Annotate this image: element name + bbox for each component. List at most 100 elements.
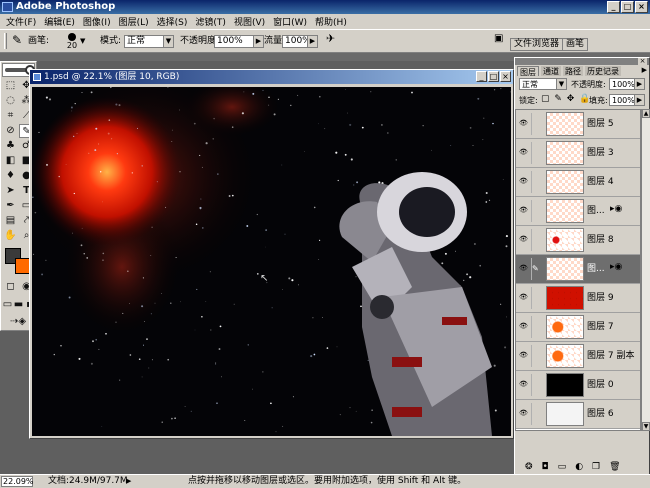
menu-filter[interactable]: 滤镜(T): [191, 15, 230, 28]
lasso-icon[interactable]: ◌: [3, 94, 18, 108]
fill-field[interactable]: 100% ▶: [609, 94, 645, 106]
brush-preset-picker[interactable]: 20: [66, 33, 78, 53]
hand-icon[interactable]: ✋: [3, 229, 18, 243]
canvas-artwork: [32, 87, 511, 436]
layer-row[interactable]: 👁 图层 8: [516, 226, 640, 255]
eraser-icon[interactable]: ◧: [3, 154, 18, 168]
new-set-icon[interactable]: ▭: [558, 462, 567, 472]
grip-handle[interactable]: [4, 33, 7, 49]
menu-edit[interactable]: 编辑(E): [40, 15, 79, 28]
brush-tool-icon[interactable]: ✎: [12, 34, 22, 46]
doc-close-button[interactable]: ×: [500, 71, 511, 82]
link-toggle[interactable]: [531, 287, 543, 309]
layer-list: 👁 图层 5 👁 图层 3 👁 图层 4 👁 图... ▸◉ 👁 图层 8 👁 ✎ 图... ▸◉ 👁 图层 9…: [515, 109, 641, 431]
tab-paths[interactable]: 路径: [563, 66, 583, 76]
mode-select[interactable]: 正常 ▼: [124, 35, 174, 48]
menu-layer[interactable]: 图层(L): [115, 15, 153, 28]
airbrush-icon[interactable]: ✈: [326, 33, 335, 45]
link-toggle[interactable]: [531, 171, 543, 193]
menu-file[interactable]: 文件(F): [2, 15, 40, 28]
layer-style-icon[interactable]: ❂: [525, 462, 533, 472]
full-screen-menu-icon[interactable]: ▬: [13, 298, 24, 312]
layer-row[interactable]: 👁 图层 7 副本: [516, 342, 640, 371]
minimize-button[interactable]: _: [607, 1, 620, 13]
link-toggle[interactable]: [531, 316, 543, 338]
eye-icon[interactable]: 👁: [519, 293, 529, 301]
link-toggle[interactable]: [531, 142, 543, 164]
panel-close-icon[interactable]: ×: [638, 58, 647, 65]
maximize-button[interactable]: □: [621, 1, 634, 13]
scroll-up-icon[interactable]: ▲: [642, 109, 650, 118]
chevron-down-icon[interactable]: ▼: [80, 35, 85, 47]
delete-layer-icon[interactable]: 🗑: [609, 462, 620, 472]
lock-icons[interactable]: ▢ ✎ ✥ 🔒: [541, 94, 591, 104]
status-menu-icon[interactable]: ▶: [126, 475, 131, 488]
link-toggle[interactable]: [531, 200, 543, 222]
eye-icon[interactable]: 👁: [519, 322, 529, 330]
layer-row[interactable]: 👁 图... ▸◉: [516, 197, 640, 226]
doc-maximize-button[interactable]: □: [488, 71, 499, 82]
link-toggle[interactable]: [531, 403, 543, 425]
layer-row[interactable]: 👁 图层 0: [516, 371, 640, 400]
link-toggle[interactable]: ✎: [531, 258, 543, 280]
eye-icon[interactable]: 👁: [519, 264, 529, 272]
image-canvas[interactable]: ↖: [32, 87, 511, 436]
tab-history[interactable]: 历史记录: [585, 66, 621, 76]
layer-set-icon[interactable]: ▸◉: [610, 204, 622, 214]
link-toggle[interactable]: [531, 113, 543, 135]
opacity-field[interactable]: 100% ▶: [214, 35, 264, 48]
standard-mode-icon[interactable]: ◻: [3, 280, 18, 294]
layer-mask-icon[interactable]: ◘: [542, 462, 549, 472]
clone-stamp-icon[interactable]: ♣: [3, 139, 18, 153]
eye-icon[interactable]: 👁: [519, 148, 529, 156]
doc-minimize-button[interactable]: _: [476, 71, 487, 82]
path-selection-icon[interactable]: ➤: [3, 184, 18, 198]
link-toggle[interactable]: [531, 229, 543, 251]
layer-set-icon[interactable]: ▸◉: [610, 262, 622, 272]
standard-screen-icon[interactable]: ▭: [2, 298, 13, 312]
link-toggle[interactable]: [531, 374, 543, 396]
eye-icon[interactable]: 👁: [519, 380, 529, 388]
layer-row[interactable]: 👁 ✎ 图... ▸◉: [516, 255, 640, 284]
tab-layers[interactable]: 图层: [517, 66, 539, 77]
layer-row[interactable]: 👁 图层 7: [516, 313, 640, 342]
tab-file-browser[interactable]: 文件浏览器: [510, 38, 564, 51]
layer-row[interactable]: 👁 图层 5: [516, 110, 640, 139]
menu-help[interactable]: 帮助(H): [311, 15, 351, 28]
pen-icon[interactable]: ✒: [3, 199, 18, 213]
zoom-field[interactable]: 22.09%: [1, 476, 34, 487]
tab-brushes[interactable]: 画笔: [562, 38, 589, 51]
close-button[interactable]: ×: [635, 1, 648, 13]
blend-mode-select[interactable]: 正常 ▼: [519, 78, 567, 90]
notes-icon[interactable]: ▤: [3, 214, 18, 228]
tab-channels[interactable]: 通道: [541, 66, 561, 76]
layer-list-scrollbar[interactable]: ▲ ▼: [641, 109, 650, 431]
menu-select[interactable]: 选择(S): [153, 15, 192, 28]
crop-icon[interactable]: ⌗: [3, 109, 18, 123]
blur-icon[interactable]: ♦: [3, 169, 18, 183]
menu-window[interactable]: 窗口(W): [269, 15, 311, 28]
layer-row[interactable]: 👁 图层 4: [516, 168, 640, 197]
palette-well-icon[interactable]: ▣: [494, 33, 503, 45]
layer-row[interactable]: 👁 图层 9: [516, 284, 640, 313]
adjustment-layer-icon[interactable]: ◐: [575, 462, 583, 472]
marquee-icon[interactable]: ⬚: [3, 79, 18, 93]
layer-opacity-field[interactable]: 100% ▶: [609, 78, 645, 90]
eye-icon[interactable]: 👁: [519, 119, 529, 127]
eye-icon[interactable]: 👁: [519, 235, 529, 243]
eye-icon[interactable]: 👁: [519, 206, 529, 214]
menu-image[interactable]: 图像(I): [79, 15, 115, 28]
panel-title-strip: ×: [515, 58, 649, 65]
eye-icon[interactable]: 👁: [519, 409, 529, 417]
panel-menu-icon[interactable]: ▶: [642, 66, 647, 74]
healing-brush-icon[interactable]: ⊘: [3, 124, 18, 138]
layer-row[interactable]: 👁 图层 3: [516, 139, 640, 168]
eye-icon[interactable]: 👁: [519, 351, 529, 359]
scroll-down-icon[interactable]: ▼: [642, 422, 650, 431]
eye-icon[interactable]: 👁: [519, 177, 529, 185]
new-layer-icon[interactable]: ❐: [592, 462, 600, 472]
flow-field[interactable]: 100% ▶: [282, 35, 318, 48]
link-toggle[interactable]: [531, 345, 543, 367]
layer-row[interactable]: 👁 图层 6: [516, 400, 640, 429]
menu-view[interactable]: 视图(V): [230, 15, 269, 28]
